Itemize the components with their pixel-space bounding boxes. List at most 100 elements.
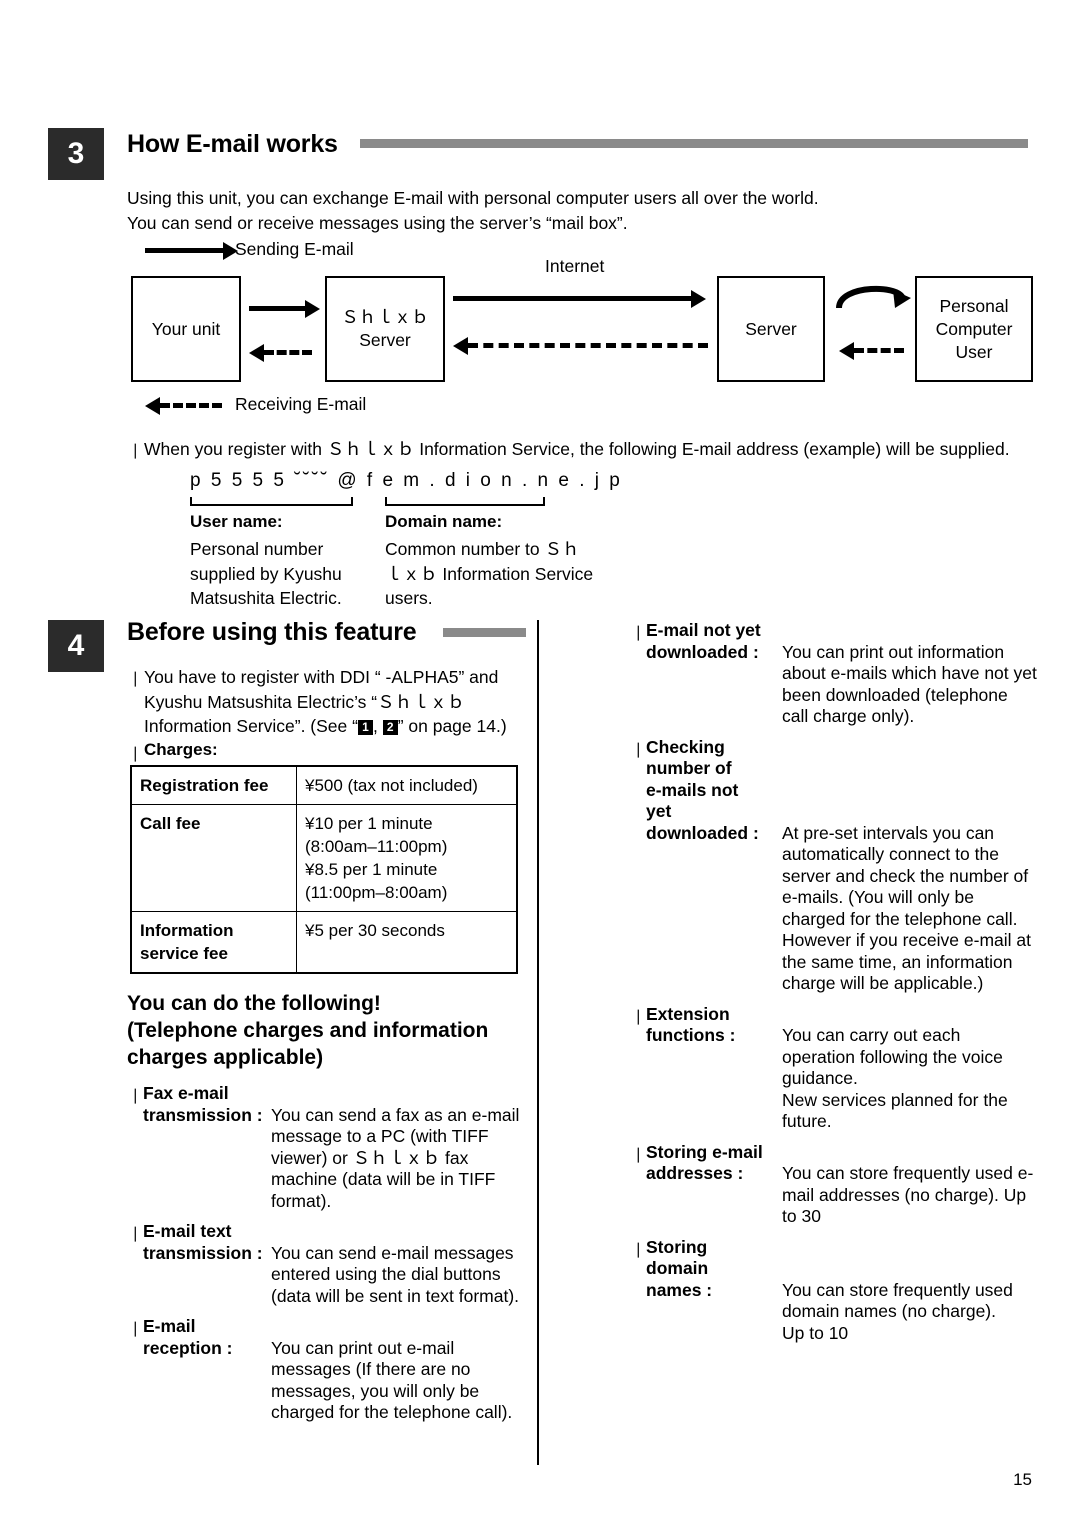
- legend-receiving-label: Receiving E-mail: [235, 394, 367, 414]
- section-3-intro-line2: You can send or receive messages using t…: [127, 213, 628, 233]
- box-personal-computer-user: Personal Computer User: [915, 276, 1033, 382]
- legend-receiving-arrow-head: [145, 397, 160, 415]
- box-pc-line1: Personal: [939, 295, 1009, 316]
- feature-term: Checking: [646, 736, 725, 757]
- feature-entry: ❘ E-mail reception : You can print out e-ma…: [129, 1316, 529, 1424]
- section-4-number: 4: [48, 620, 104, 672]
- flow-unit-to-server-head: [305, 300, 320, 318]
- charge-value: ¥5 per 30 seconds: [296, 911, 518, 974]
- feature-term: Storing: [646, 1236, 708, 1257]
- feature-description: You can send e-mail messages entered usi…: [271, 1242, 520, 1306]
- feature-entry: ❘ Checking number of e-mails not yet download…: [632, 737, 1037, 995]
- flow-pc-to-server-line: [854, 348, 904, 353]
- internet-label: Internet: [545, 256, 605, 276]
- section-3-note: When you register with Ｓｈｌｘｂ Information…: [144, 439, 1010, 459]
- feature-term: downloaded :: [646, 641, 759, 662]
- bullet-marker: ❘: [129, 1320, 142, 1337]
- flow-server-to-unit-head: [249, 344, 264, 362]
- section-4-intro: You have to register with DDI “ -ALPHA5”…: [144, 665, 534, 739]
- section-4-intro-tail: ” on page 14.): [397, 716, 507, 736]
- feature-term: reception :: [143, 1337, 233, 1358]
- box-server-label: Server: [745, 318, 797, 339]
- charge-name: Registration fee: [130, 765, 297, 805]
- flow-internet-in-head: [453, 337, 468, 355]
- feature-term: E-mail not yet: [646, 620, 761, 640]
- bullet-marker: ❘: [632, 1007, 645, 1025]
- charge-name: Information service fee: [130, 911, 297, 974]
- bullet-marker: ❘: [129, 1087, 142, 1104]
- feature-term: number of: [646, 758, 732, 778]
- table-row: Call fee ¥10 per 1 minute (8:00am–11:00pm…: [130, 804, 518, 912]
- flow-server-to-unit-line: [264, 350, 312, 355]
- feature-term: names :: [646, 1279, 713, 1300]
- bullet-marker: ❘: [632, 740, 645, 758]
- bullet-marker: ❘: [632, 1240, 645, 1258]
- feature-description: You can store frequently used e-mail add…: [782, 1163, 1034, 1226]
- box-server: Server: [717, 276, 825, 382]
- feature-term: addresses :: [646, 1163, 744, 1183]
- feature-term: transmission :: [143, 1104, 263, 1125]
- flow-internet-in-line: [468, 343, 708, 348]
- box-your-unit: Your unit: [131, 276, 241, 382]
- feature-entry: ❘ E-mail not yet downloaded : You can print…: [632, 620, 1037, 728]
- feature-description: You can store frequently used domain nam…: [782, 1279, 1013, 1343]
- user-name-brace: [190, 497, 353, 506]
- can-do-heading: You can do the following! (Telephone cha…: [127, 992, 489, 1069]
- legend-receiving-arrow-line: [160, 403, 222, 408]
- feature-description: You can carry out each operation followi…: [782, 1025, 1008, 1131]
- feature-term: domain: [646, 1258, 709, 1278]
- legend-sending-label: Sending E-mail: [235, 239, 354, 259]
- feature-entry: ❘ Storing domain names : You can store frequ…: [632, 1237, 1037, 1345]
- charge-name: Call fee: [130, 804, 297, 912]
- section-3-number: 3: [48, 128, 104, 180]
- section-4-rule: [443, 628, 526, 637]
- feature-term: yet: [646, 801, 672, 821]
- flow-internet-out-line: [453, 296, 691, 301]
- manual-page: 3 How E-mail works Using this unit, you …: [0, 0, 1080, 1528]
- box-pc-line2: Computer: [935, 318, 1013, 339]
- bullet-marker: ❘: [632, 1145, 645, 1163]
- bullet-marker: ❘: [129, 442, 142, 459]
- box-your-unit-label: Your unit: [151, 318, 221, 339]
- feature-term: Extension: [646, 1003, 730, 1024]
- features-left-column: ❘ Fax e-mail transmission : You can send a …: [129, 1083, 529, 1433]
- feature-entry: ❘ Storing e-mail addresses : You can store …: [632, 1142, 1037, 1228]
- feature-description: You can print out information about e-ma…: [782, 641, 1037, 727]
- email-address-example: p 5 5 5 5 ˘˘˘˘ @ f e m . d i o n . n e .…: [190, 470, 623, 491]
- box-shlxb-server: Ｓｈｌｘｂ Server: [325, 276, 445, 382]
- email-flow-diagram: Sending E-mail Receiving E-mail Your uni…: [127, 234, 1037, 415]
- bullet-marker: ❘: [129, 745, 142, 762]
- box-shlxb-server-line1: Ｓｈｌｘｂ: [341, 307, 429, 327]
- step-badge-1: 1: [357, 720, 373, 735]
- section-3-rule: [360, 139, 1028, 148]
- step-badge-2: 2: [382, 720, 398, 735]
- feature-description: You can send a fax as an e-mail message …: [271, 1104, 520, 1211]
- intro-comma: ,: [372, 716, 383, 736]
- feature-term: transmission :: [143, 1242, 263, 1263]
- features-right-column: ❘ E-mail not yet downloaded : You can print…: [632, 620, 1037, 1353]
- flow-pc-to-server-head: [839, 342, 854, 360]
- feature-entry: ❘ Extension functions : You can carry out e…: [632, 1004, 1037, 1133]
- feature-entry: ❘ E-mail text transmission : You can send e…: [129, 1221, 529, 1307]
- page-number: 15: [1013, 1470, 1032, 1489]
- feature-term: E-mail: [143, 1316, 196, 1336]
- bullet-marker: ❘: [632, 624, 645, 641]
- bullet-marker: ❘: [129, 1225, 142, 1242]
- bullet-marker: ❘: [129, 670, 142, 687]
- table-row: Registration fee ¥500 (tax not included): [130, 765, 518, 805]
- feature-description: You can print out e-mail messages (If th…: [271, 1337, 513, 1423]
- flow-server-to-pc-curve-icon: [836, 285, 911, 309]
- flow-unit-to-server-line: [249, 306, 305, 311]
- feature-term: E-mail text: [143, 1221, 232, 1241]
- user-name-description: Personal number supplied by Kyushu Matsu…: [190, 539, 342, 608]
- domain-name-description: Common number to Ｓｈｌｘｂ Information Servi…: [385, 539, 594, 608]
- user-name-heading: User name:: [190, 512, 283, 531]
- section-3-title: How E-mail works: [127, 130, 338, 158]
- charge-value: ¥500 (tax not included): [296, 765, 518, 805]
- feature-term: e-mails not: [646, 779, 739, 800]
- legend-sending-arrow-line: [145, 248, 223, 253]
- charge-value: ¥10 per 1 minute (8:00am–11:00pm) ¥8.5 p…: [296, 804, 518, 912]
- section-3-intro: Using this unit, you can exchange E-mail…: [127, 186, 1037, 236]
- section-3-intro-line1: Using this unit, you can exchange E-mail…: [127, 188, 819, 208]
- box-shlxb-server-line2: Server: [359, 330, 411, 350]
